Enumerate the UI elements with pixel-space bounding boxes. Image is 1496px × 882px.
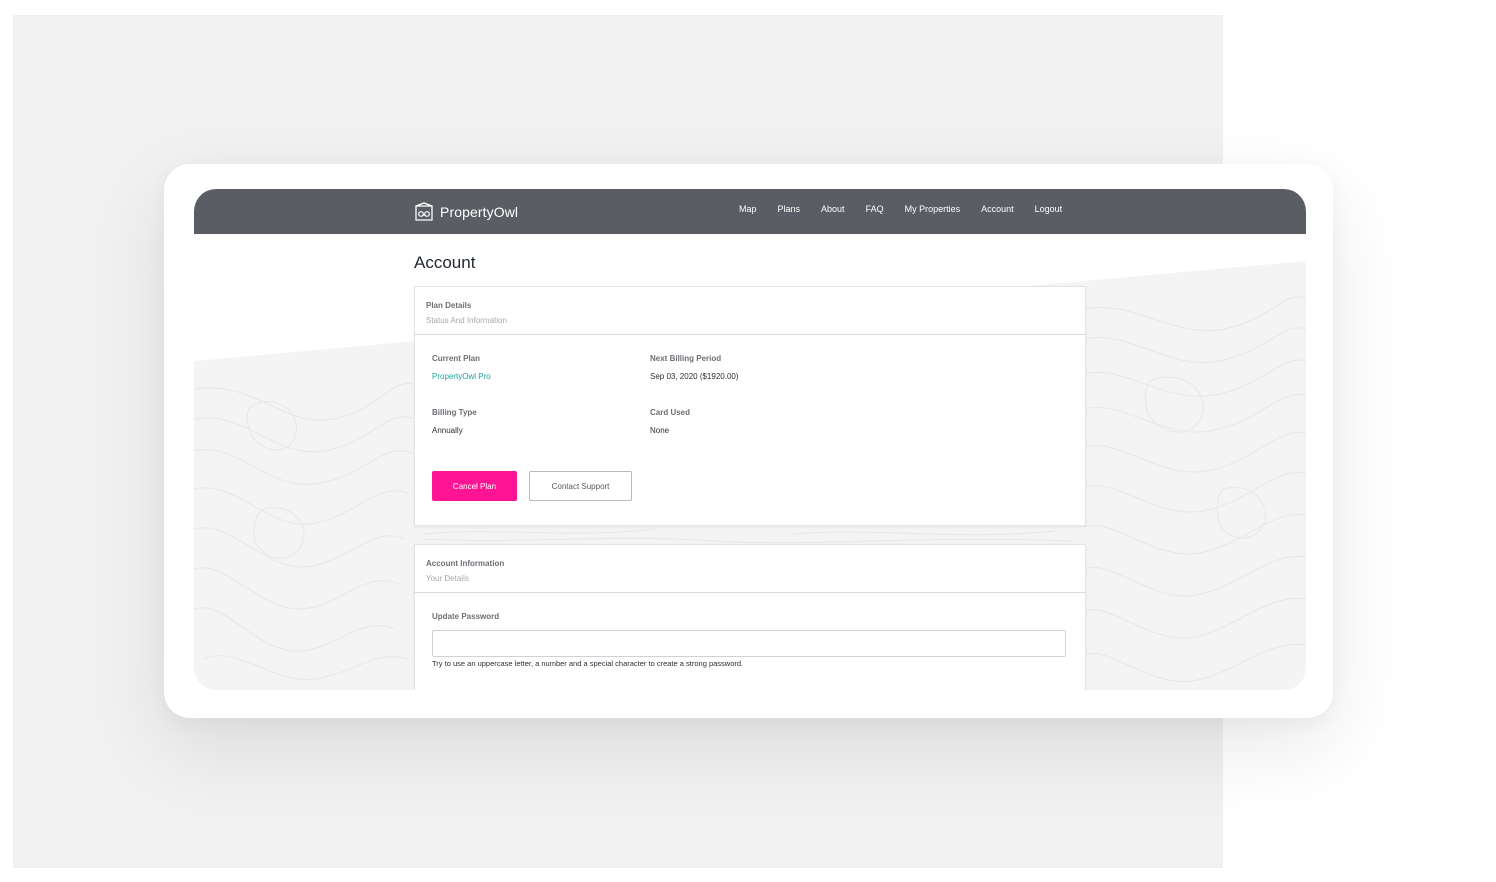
account-information-title: Account Information: [426, 559, 505, 568]
nav-item-plans[interactable]: Plans: [778, 204, 801, 214]
plan-details-subtitle: Status And Information: [426, 316, 507, 325]
nav-item-my-properties[interactable]: My Properties: [905, 204, 961, 214]
update-password-label: Update Password: [432, 612, 500, 621]
plan-details-header: Plan Details Status And Information: [415, 287, 1085, 335]
next-billing-value: Sep 03, 2020 ($1920.00): [650, 372, 739, 381]
app-window: PropertyOwl Map Plans About FAQ My Prope…: [194, 189, 1306, 690]
plan-details-title: Plan Details: [426, 301, 472, 310]
nav-item-about[interactable]: About: [821, 204, 845, 214]
next-billing-label: Next Billing Period: [650, 354, 722, 363]
account-information-subtitle: Your Details: [426, 574, 469, 583]
nav-item-account[interactable]: Account: [981, 204, 1014, 214]
account-information-card: Account Information Your Details Update …: [414, 544, 1086, 690]
cancel-plan-button[interactable]: Cancel Plan: [432, 471, 517, 501]
page-title: Account: [414, 253, 476, 272]
plan-details-card: Plan Details Status And Information Curr…: [414, 286, 1086, 526]
card-used-value: None: [650, 426, 670, 435]
owl-logo-icon: [415, 202, 433, 221]
password-input[interactable]: [432, 630, 1066, 657]
nav-item-map[interactable]: Map: [739, 204, 757, 214]
brand[interactable]: PropertyOwl: [414, 201, 518, 223]
account-information-header: Account Information Your Details: [415, 545, 1085, 593]
billing-type-label: Billing Type: [432, 408, 477, 417]
main-nav: Map Plans About FAQ My Properties Accoun…: [739, 204, 1083, 214]
contact-support-button[interactable]: Contact Support: [529, 471, 632, 501]
top-navbar: PropertyOwl Map Plans About FAQ My Prope…: [194, 189, 1306, 234]
password-hint: Try to use an uppercase letter, a number…: [432, 659, 744, 668]
billing-type-value: Annually: [432, 426, 463, 435]
current-plan-label: Current Plan: [432, 354, 481, 363]
nav-item-faq[interactable]: FAQ: [866, 204, 884, 214]
card-used-label: Card Used: [650, 408, 691, 417]
current-plan-value[interactable]: PropertyOwl Pro: [432, 372, 491, 381]
nav-item-logout[interactable]: Logout: [1035, 204, 1063, 214]
brand-name: PropertyOwl: [440, 204, 519, 220]
